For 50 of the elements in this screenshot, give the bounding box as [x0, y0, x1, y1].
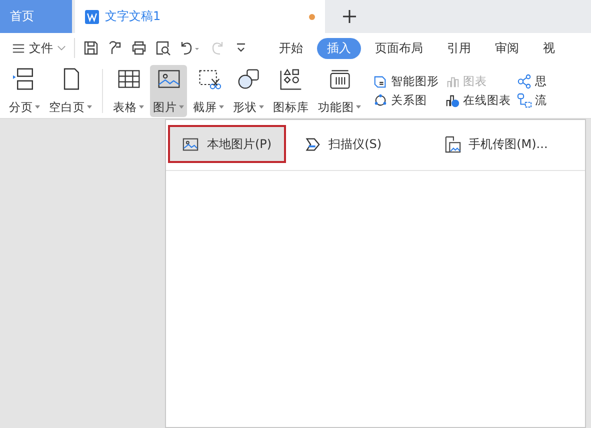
- ribbon-button[interactable]: 表格: [110, 64, 147, 116]
- mind-map-icon: [517, 74, 532, 88]
- ribbon-button[interactable]: 功能图: [315, 64, 364, 116]
- menu-item[interactable]: 扫描仪(S): [290, 125, 396, 163]
- caret-icon: [356, 105, 361, 109]
- chevron-down-icon: [57, 45, 66, 51]
- relation-chart-icon: [373, 92, 388, 108]
- tab[interactable]: 文字文稿1: [75, 0, 325, 33]
- ribbon-button[interactable]: 在线图表: [445, 92, 511, 108]
- ribbon-button[interactable]: 图标库: [270, 64, 312, 116]
- caret-icon: [259, 105, 264, 109]
- icon-library-icon: [278, 66, 304, 90]
- save-icon[interactable]: [83, 40, 99, 56]
- ribbon-button[interactable]: 截屏: [190, 64, 227, 116]
- flowchart-icon: [517, 92, 532, 108]
- ribbon-button[interactable]: 空白页: [46, 64, 95, 116]
- ribbon-button[interactable]: 流: [517, 92, 547, 108]
- format-painter-icon[interactable]: [107, 40, 123, 56]
- file-menu[interactable]: 文件: [12, 40, 66, 56]
- ribbon-button[interactable]: 形状: [230, 64, 267, 116]
- online-chart-icon: [445, 92, 460, 108]
- print-preview-icon[interactable]: [155, 40, 171, 56]
- ribbon-button[interactable]: 图片: [150, 64, 187, 116]
- menu-item[interactable]: 本地图片(P): [168, 125, 286, 163]
- menu-item[interactable]: 手机传图(M)...: [430, 125, 562, 163]
- caret-icon: [179, 105, 184, 109]
- phone-image-icon: [444, 136, 461, 152]
- ribbon-button[interactable]: 关系图: [373, 92, 439, 108]
- menu-icon: [12, 42, 25, 54]
- ribbon-tab[interactable]: 页面布局: [365, 38, 433, 58]
- undo-icon[interactable]: [179, 40, 201, 56]
- ribbon-button[interactable]: 分页: [6, 64, 43, 116]
- document-icon: [85, 10, 99, 24]
- caret-icon: [139, 105, 144, 109]
- image-icon: [182, 136, 199, 152]
- caret-icon: [87, 105, 92, 109]
- scanner-icon: [304, 136, 321, 152]
- ribbon-tab[interactable]: 引用: [437, 38, 481, 58]
- new-tab-icon[interactable]: [343, 10, 356, 23]
- ribbon-tab[interactable]: 视: [533, 38, 565, 58]
- unsaved-dot: [309, 14, 315, 20]
- ribbon-button[interactable]: 思: [517, 74, 547, 88]
- smart-graphic-icon: [373, 74, 388, 88]
- caret-icon: [35, 105, 40, 109]
- ribbon-tab[interactable]: 开始: [269, 38, 313, 58]
- print-icon[interactable]: [131, 40, 147, 56]
- ribbon-button[interactable]: 智能图形: [373, 74, 439, 88]
- caret-icon: [219, 105, 224, 109]
- shapes-icon: [236, 66, 262, 90]
- ribbon-tab[interactable]: 审阅: [485, 38, 529, 58]
